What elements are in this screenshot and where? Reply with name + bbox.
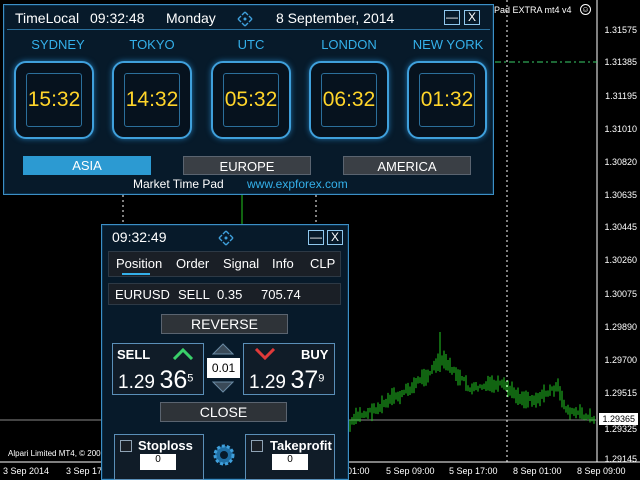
time-tick-label: 8 Sep 09:00 <box>577 466 626 476</box>
tab-active-underline <box>122 273 150 275</box>
tab-order[interactable]: Order <box>176 256 209 271</box>
takeprofit-checkbox[interactable] <box>251 440 263 452</box>
clock-utc: 05:32 <box>211 61 291 139</box>
position-profit: 705.74 <box>261 287 301 302</box>
arrow-up-icon <box>172 348 194 360</box>
region-button-europe[interactable]: EUROPE <box>183 156 311 175</box>
footer-link[interactable]: www.expforex.com <box>247 177 348 191</box>
trade-time: 09:32:49 <box>112 229 167 245</box>
lot-decrease-icon[interactable] <box>212 381 234 393</box>
time-tick-label: 8 Sep 01:00 <box>513 466 562 476</box>
smiley-icon: ☺ <box>580 4 591 15</box>
lot-input[interactable]: 0.01 <box>207 358 240 378</box>
time-tick-label: 5 Sep 09:00 <box>386 466 435 476</box>
settings-gear-icon[interactable] <box>211 442 237 468</box>
timepad-titlebar[interactable]: TimeLocal 09:32:48 Monday 8 September, 2… <box>4 5 493 29</box>
price-tick-label: 1.30075 <box>604 289 637 299</box>
sell-label: SELL <box>117 347 151 362</box>
price-tick-label: 1.31195 <box>605 91 637 101</box>
takeprofit-input[interactable]: 0 <box>272 454 308 470</box>
clock-tokyo: 14:32 <box>112 61 192 139</box>
trade-titlebar[interactable]: 09:32:49 — X <box>102 225 348 249</box>
position-row[interactable]: EURUSD SELL 0.35 705.74 <box>108 283 341 305</box>
lot-increase-icon[interactable] <box>212 343 234 355</box>
clock-time: 15:32 <box>27 88 81 111</box>
city-label-sydney: SYDNEY <box>31 37 85 52</box>
expert-advisor-label: ePad EXTRA mt4 v4 <box>489 5 572 15</box>
price-tick-label: 1.30445 <box>604 222 637 232</box>
close-button[interactable]: X <box>464 10 480 25</box>
price-tick-label: 1.31385 <box>604 57 637 67</box>
close-button[interactable]: X <box>327 230 343 245</box>
timepad-title: TimeLocal <box>15 10 80 26</box>
local-time: 09:32:48 <box>90 10 145 26</box>
price-tick-label: 1.29515 <box>604 388 637 398</box>
stoploss-label: Stoploss <box>138 438 193 453</box>
move-icon[interactable] <box>218 230 234 246</box>
time-tick-label: 3 Sep 2014 <box>3 466 50 476</box>
close-position-button[interactable]: CLOSE <box>160 402 287 422</box>
tab-info[interactable]: Info <box>272 256 294 271</box>
city-label-london: LONDON <box>321 37 377 52</box>
weekday: Monday <box>166 10 216 26</box>
price-tick-label: 1.30635 <box>604 190 637 200</box>
minimize-button[interactable]: — <box>444 10 460 25</box>
market-time-pad: TimeLocal 09:32:48 Monday 8 September, 2… <box>3 4 494 195</box>
move-icon[interactable] <box>237 11 253 27</box>
clock-sydney: 15:32 <box>14 61 94 139</box>
buy-price: 1.29 379 <box>249 366 325 394</box>
price-tick-label: 1.29145 <box>604 454 637 464</box>
clock-time: 05:32 <box>224 88 278 111</box>
buy-label: BUY <box>301 347 329 362</box>
position-side: SELL <box>178 287 210 302</box>
city-label-new-york: NEW YORK <box>412 37 484 52</box>
price-tick-label: 1.29325 <box>604 424 637 434</box>
tab-signal[interactable]: Signal <box>223 256 259 271</box>
stoploss-checkbox[interactable] <box>120 440 132 452</box>
sell-price: 1.29 365 <box>118 366 194 394</box>
tab-position[interactable]: Position <box>116 256 162 271</box>
current-price-label: 1.29365 <box>599 413 638 425</box>
price-tick-label: 1.29700 <box>604 355 637 365</box>
sell-button[interactable]: SELL 1.29 365 <box>112 343 204 395</box>
full-date: 8 September, 2014 <box>276 10 395 26</box>
title-divider <box>7 29 490 30</box>
region-button-america[interactable]: AMERICA <box>343 156 471 175</box>
arrow-down-icon <box>254 348 276 360</box>
reverse-button[interactable]: REVERSE <box>161 314 288 334</box>
clock-time: 06:32 <box>322 88 376 111</box>
position-symbol: EURUSD <box>115 287 170 302</box>
tab-clp[interactable]: CLP <box>310 256 335 271</box>
position-lots: 0.35 <box>217 287 243 302</box>
price-tick-label: 1.30820 <box>604 157 637 167</box>
price-tick-label: 1.30260 <box>604 255 637 265</box>
clock-time: 14:32 <box>125 88 179 111</box>
footer-label: Market Time Pad <box>133 177 224 191</box>
region-button-asia[interactable]: ASIA <box>23 156 151 175</box>
clock-london: 06:32 <box>309 61 389 139</box>
buy-button[interactable]: BUY 1.29 379 <box>243 343 335 395</box>
price-tick-label: 1.31575 <box>604 25 637 35</box>
clock-time: 01:32 <box>420 88 474 111</box>
city-label-tokyo: TOKYO <box>129 37 175 52</box>
clock-new-york: 01:32 <box>407 61 487 139</box>
stoploss-input[interactable]: 0 <box>140 454 176 470</box>
city-label-utc: UTC <box>237 37 265 52</box>
minimize-button[interactable]: — <box>308 230 324 245</box>
time-tick-label: 5 Sep 17:00 <box>449 466 498 476</box>
price-tick-label: 1.29890 <box>604 322 637 332</box>
takeprofit-label: Takeprofit <box>270 438 332 453</box>
price-tick-label: 1.31010 <box>604 124 637 134</box>
